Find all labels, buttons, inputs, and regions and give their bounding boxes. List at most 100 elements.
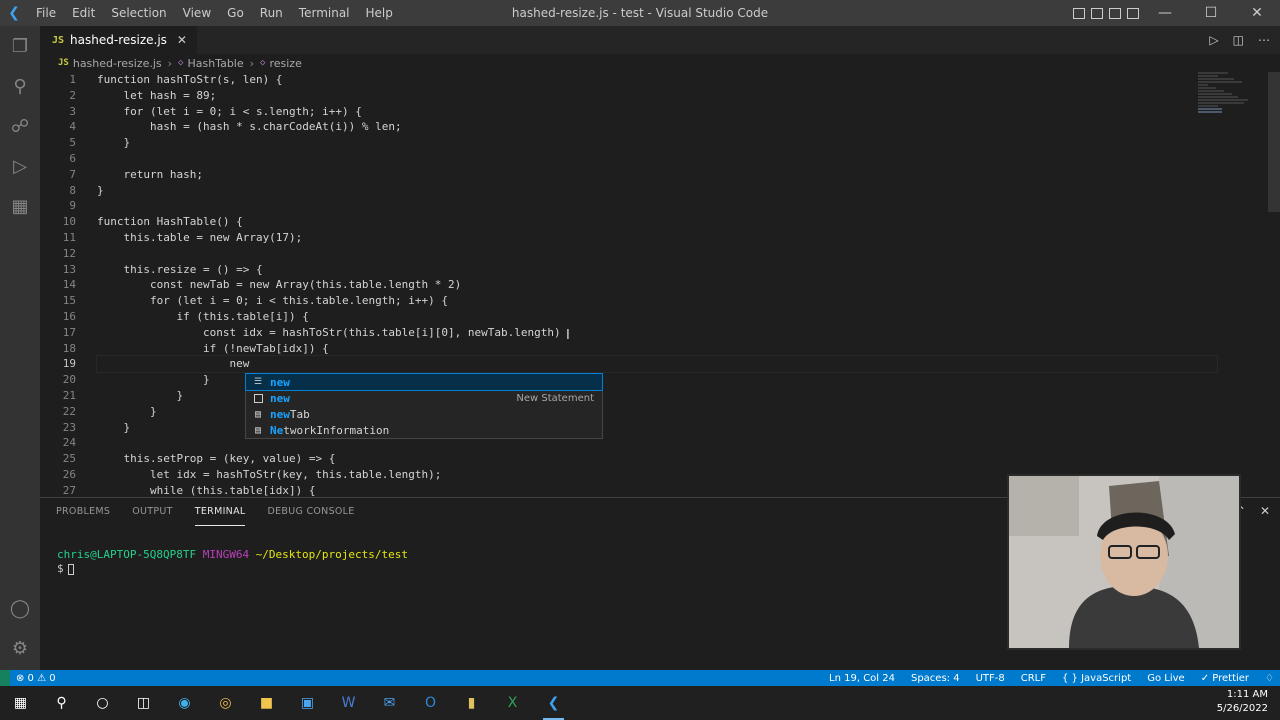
code-line[interactable]: [97, 151, 1217, 167]
tab-problems[interactable]: PROBLEMS: [56, 498, 110, 526]
breadcrumb-method[interactable]: ◇ resize: [260, 57, 302, 70]
close-panel-icon[interactable]: ✕: [1260, 504, 1270, 518]
tab-terminal[interactable]: TERMINAL: [194, 498, 246, 526]
indentation[interactable]: Spaces: 4: [911, 673, 960, 684]
breadcrumb-class[interactable]: ◇ HashTable: [178, 57, 244, 70]
status-bar: ⊗ 0 ⚠ 0 Ln 19, Col 24 Spaces: 4 UTF-8 CR…: [0, 670, 1280, 686]
code-line[interactable]: const newTab = new Array(this.table.leng…: [97, 277, 1217, 293]
edge-browser-icon[interactable]: ◉: [164, 686, 205, 720]
code-line[interactable]: }: [97, 135, 1217, 151]
code-line[interactable]: if (!newTab[idx]) {: [97, 341, 1217, 357]
code-line[interactable]: hash = (hash * s.charCodeAt(i)) % len;: [97, 119, 1217, 135]
excel-icon[interactable]: X: [492, 686, 533, 720]
cursor-position[interactable]: Ln 19, Col 24: [829, 673, 895, 684]
code-line[interactable]: this.setProp = (key, value) => {: [97, 451, 1217, 467]
end-of-line[interactable]: CRLF: [1021, 673, 1046, 684]
code-line[interactable]: function hashToStr(s, len) {: [97, 72, 1217, 88]
menu-help[interactable]: Help: [358, 0, 401, 26]
code-editor[interactable]: 1 2 3 4 5 6 7 8 9 10 11 12 13 14 15 16 17 18 19 20 21 22 23 24 2…: [40, 72, 1280, 496]
go-live-button[interactable]: Go Live: [1147, 673, 1184, 684]
maximize-button[interactable]: ☐: [1188, 0, 1234, 26]
suggestion-item[interactable]: new New Statement: [246, 390, 602, 406]
menu-view[interactable]: View: [175, 0, 219, 26]
problems-status[interactable]: ⊗ 0 ⚠ 0: [16, 673, 56, 684]
system-clock[interactable]: 1:11 AM 5/26/2022: [1217, 688, 1268, 716]
cortana-icon[interactable]: ○: [82, 686, 123, 720]
line-number: 17: [62, 325, 76, 339]
code-line[interactable]: new: [96, 355, 1218, 374]
breadcrumb-file[interactable]: JS hashed-resize.js: [58, 57, 162, 70]
search-icon[interactable]: ⚲: [0, 66, 40, 106]
menu-bar: File Edit Selection View Go Run Terminal…: [28, 0, 401, 26]
windows-start-icon[interactable]: ▦: [0, 686, 41, 720]
code-line[interactable]: [97, 246, 1217, 262]
word-icon[interactable]: W: [328, 686, 369, 720]
notifications-bell-icon[interactable]: ♢: [1265, 673, 1274, 684]
line-number: 10: [62, 215, 76, 229]
menu-terminal[interactable]: Terminal: [291, 0, 358, 26]
source-control-icon[interactable]: ☍: [0, 106, 40, 146]
account-icon[interactable]: ◯: [0, 588, 40, 628]
file-icon[interactable]: ▮: [451, 686, 492, 720]
suggestion-item[interactable]: ▤ newTab: [246, 406, 602, 422]
run-debug-icon[interactable]: ▷: [0, 146, 40, 186]
code-line[interactable]: for (let i = 0; i < this.table.length; i…: [97, 293, 1217, 309]
more-actions-icon[interactable]: ⋯: [1258, 33, 1270, 47]
mouse-ibeam-icon: I: [566, 328, 570, 343]
menu-edit[interactable]: Edit: [64, 0, 103, 26]
suggestion-item[interactable]: ▤ NetworkInformation: [246, 422, 602, 438]
encoding[interactable]: UTF-8: [976, 673, 1005, 684]
search-icon[interactable]: ⚲: [41, 686, 82, 720]
minimize-button[interactable]: —: [1142, 0, 1188, 26]
line-number: 12: [62, 246, 76, 260]
suggestion-item[interactable]: ☰ new: [245, 373, 603, 391]
code-line[interactable]: for (let i = 0; i < s.length; i++) {: [97, 104, 1217, 120]
vscode-taskbar-icon[interactable]: ❮: [533, 686, 574, 720]
line-number: 21: [62, 388, 76, 402]
menu-go[interactable]: Go: [219, 0, 252, 26]
toggle-secondary-sidebar-icon[interactable]: [1106, 0, 1124, 26]
close-tab-icon[interactable]: ✕: [177, 33, 187, 47]
chrome-browser-icon[interactable]: ◎: [205, 686, 246, 720]
customize-layout-icon[interactable]: [1124, 0, 1142, 26]
task-view-icon[interactable]: ◫: [123, 686, 164, 720]
toggle-sidebar-icon[interactable]: [1070, 0, 1088, 26]
menu-selection[interactable]: Selection: [103, 0, 174, 26]
code-line[interactable]: let hash = 89;: [97, 88, 1217, 104]
manage-gear-icon[interactable]: ⚙: [0, 628, 40, 668]
code-line[interactable]: this.table = new Array(17);: [97, 230, 1217, 246]
terminal-output[interactable]: chris@LAPTOP-5Q8QP8TF MINGW64 ~/Desktop/…: [57, 548, 408, 576]
mail-icon[interactable]: ✉: [369, 686, 410, 720]
code-line[interactable]: function HashTable() {: [97, 214, 1217, 230]
tab-output[interactable]: OUTPUT: [132, 498, 173, 526]
store-icon[interactable]: ▣: [287, 686, 328, 720]
line-number: 15: [62, 294, 76, 308]
close-window-button[interactable]: ✕: [1234, 0, 1280, 26]
menu-run[interactable]: Run: [252, 0, 291, 26]
code-line[interactable]: this.resize = () => {: [97, 262, 1217, 278]
file-explorer-icon[interactable]: ■: [246, 686, 287, 720]
minimap[interactable]: [1198, 72, 1268, 152]
tab-debug-console[interactable]: DEBUG CONSOLE: [267, 498, 354, 526]
outlook-icon[interactable]: O: [410, 686, 451, 720]
editor-scrollbar[interactable]: [1268, 72, 1280, 212]
code-line[interactable]: if (this.table[i]) {: [97, 309, 1217, 325]
split-editor-icon[interactable]: ◫: [1233, 33, 1244, 47]
run-file-icon[interactable]: ▷: [1209, 33, 1218, 47]
remote-indicator-icon[interactable]: [0, 670, 10, 686]
extensions-icon[interactable]: ▦: [0, 186, 40, 226]
prettier-status[interactable]: ✓ Prettier: [1201, 673, 1249, 684]
language-mode[interactable]: { } JavaScript: [1062, 673, 1131, 684]
explorer-icon[interactable]: ❐: [0, 26, 40, 66]
editor-tabs: JS hashed-resize.js ✕ ▷ ◫ ⋯: [40, 26, 1280, 54]
code-line[interactable]: const idx = hashToStr(this.table[i][0], …: [97, 325, 1217, 341]
code-line[interactable]: [97, 198, 1217, 214]
toggle-panel-icon[interactable]: [1088, 0, 1106, 26]
tab-hashed-resize[interactable]: JS hashed-resize.js ✕: [40, 26, 197, 54]
code-line[interactable]: }: [97, 183, 1217, 199]
word-icon: ▤: [254, 424, 262, 436]
code-line[interactable]: return hash;: [97, 167, 1217, 183]
webcam-overlay: [1007, 474, 1241, 650]
method-icon: ◇: [260, 58, 266, 68]
menu-file[interactable]: File: [28, 0, 64, 26]
